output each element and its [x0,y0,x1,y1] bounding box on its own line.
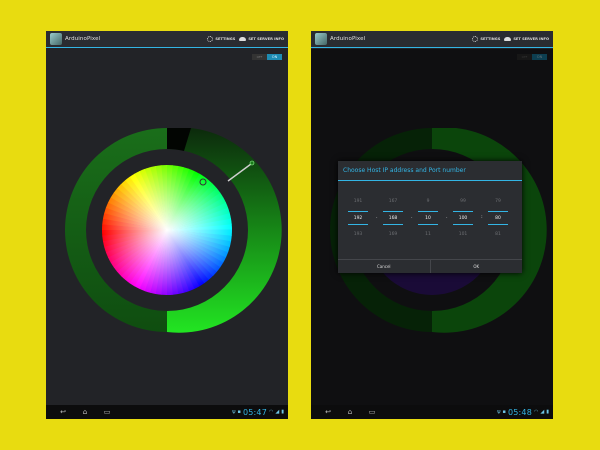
picker-value-next: 11 [425,232,431,237]
picker-value-cur[interactable]: 10 [418,211,438,225]
battery-icon: ▮ [546,409,549,415]
address-separator: . [446,214,448,220]
usb-icon: ψ [232,409,236,415]
wifi-icon: ◠ [269,409,274,415]
dialog-title: Choose Host IP address and Port number [338,161,522,181]
number-picker[interactable]: 167 168 169 [383,192,403,244]
usb-icon: ψ [497,409,501,415]
home-icon[interactable]: ⌂ [345,408,355,416]
back-icon[interactable]: ↩ [323,408,333,416]
picker-value-next: 169 [388,232,398,237]
hue-wheel-center [102,165,232,295]
number-picker[interactable]: 99 100 101 [453,192,473,244]
host-dialog: Choose Host IP address and Port number 1… [338,161,522,273]
screen-host-dialog: ArduinoPixel SETTINGS SET SERVER INFO OF… [311,31,553,419]
signal-icon: ◢ [540,409,545,415]
wifi-icon: ◠ [534,409,539,415]
nav-bar: ↩ ⌂ ▭ ψ ▪ 05:47 ◠ ◢ ▮ [46,405,288,419]
address-separator: . [376,214,378,220]
battery-icon: ▮ [281,409,284,415]
chat-icon: ▪ [237,409,241,415]
screen-color-picker: ArduinoPixel SETTINGS SET SERVER INFO OF… [46,31,288,419]
clock: 05:47 [242,407,267,417]
recents-icon[interactable]: ▭ [102,408,112,416]
recents-icon[interactable]: ▭ [367,408,377,416]
picker-value-prev: 9 [426,199,430,204]
ok-button[interactable]: OK [429,260,523,273]
number-picker[interactable]: 191 192 193 [348,192,368,244]
picker-value-prev: 99 [460,199,466,204]
signal-icon: ◢ [275,409,280,415]
picker-value-cur[interactable]: 192 [348,211,368,225]
picker-value-next: 81 [495,232,501,237]
nav-bar: ↩ ⌂ ▭ ψ ▪ 05:48 ◠ ◢ ▮ [311,405,553,419]
picker-value-prev: 191 [353,199,363,204]
color-wheel-widget[interactable] [46,31,288,419]
back-icon[interactable]: ↩ [58,408,68,416]
picker-value-cur[interactable]: 100 [453,211,473,225]
brightness-handle[interactable] [249,160,255,166]
home-icon[interactable]: ⌂ [80,408,90,416]
address-separator: . [411,214,413,220]
picker-value-next: 193 [353,232,363,237]
picker-value-prev: 167 [388,199,398,204]
number-picker[interactable]: 9 10 11 [418,192,438,244]
picker-value-prev: 79 [495,199,501,204]
cancel-button[interactable]: Cancel [338,260,430,273]
picker-value-cur[interactable]: 168 [383,211,403,225]
picker-value-cur[interactable]: 80 [488,211,508,225]
clock: 05:48 [507,407,532,417]
number-picker[interactable]: 79 80 81 [488,192,508,244]
address-separator: : [481,214,483,220]
chat-icon: ▪ [502,409,506,415]
picker-value-next: 101 [458,232,468,237]
